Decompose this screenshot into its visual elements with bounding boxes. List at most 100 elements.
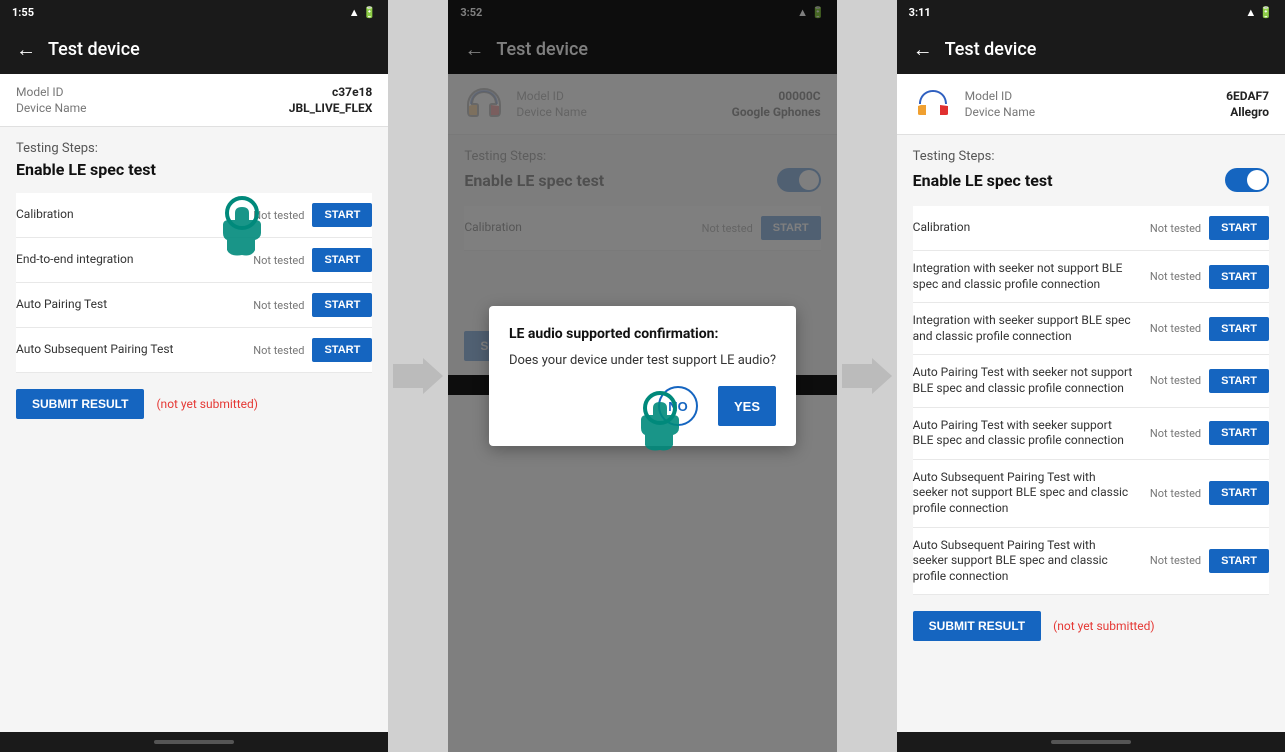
dialog-title-2: LE audio supported confirmation: bbox=[509, 326, 776, 342]
home-bar-1 bbox=[154, 740, 234, 744]
back-button-3[interactable]: ← bbox=[913, 37, 933, 62]
test-row-1-1: End-to-end integration Not tested START bbox=[16, 238, 372, 283]
dialog-2: LE audio supported confirmation: Does yo… bbox=[489, 306, 796, 446]
test-row-1-2: Auto Pairing Test Not tested START bbox=[16, 283, 372, 328]
enable-le-row-3: Enable LE spec test bbox=[913, 168, 1269, 192]
test-row-1-0: Calibration Not tested START bbox=[16, 193, 372, 238]
submit-btn-1[interactable]: SUBMIT RESULT bbox=[16, 389, 144, 419]
test-label-3-0: Calibration bbox=[913, 220, 1133, 236]
screen-3: 3:11 ▲ 🔋 ← Test device Model ID 6EDAF7 bbox=[897, 0, 1285, 752]
content-1: Testing Steps: Enable LE spec test Calib… bbox=[0, 127, 388, 732]
model-id-row-1: Model ID c37e18 bbox=[16, 84, 372, 100]
submit-btn-3[interactable]: SUBMIT RESULT bbox=[913, 611, 1041, 641]
submit-row-3: SUBMIT RESULT (not yet submitted) bbox=[913, 611, 1269, 641]
time-1: 1:55 bbox=[12, 6, 34, 19]
status-bar-1: 1:55 ▲ 🔋 bbox=[0, 0, 388, 24]
start-btn-3-2[interactable]: START bbox=[1209, 317, 1269, 341]
back-button-1[interactable]: ← bbox=[16, 37, 36, 62]
model-id-label-3: Model ID bbox=[965, 89, 1012, 103]
home-bar-3 bbox=[1051, 740, 1131, 744]
test-label-3-3: Auto Pairing Test with seeker not suppor… bbox=[913, 365, 1133, 396]
dialog-yes-btn-2[interactable]: YES bbox=[718, 386, 776, 426]
test-status-1-2: Not tested bbox=[244, 299, 304, 312]
device-info-1: Model ID c37e18 Device Name JBL_LIVE_FLE… bbox=[16, 84, 372, 116]
device-card-3: Model ID 6EDAF7 Device Name Allegro bbox=[897, 74, 1285, 135]
device-name-label-1: Device Name bbox=[16, 101, 87, 115]
time-3: 3:11 bbox=[909, 6, 931, 19]
test-row-3-1: Integration with seeker not support BLE … bbox=[913, 251, 1269, 303]
testing-steps-label-3: Testing Steps: bbox=[913, 149, 1269, 164]
dialog-message-2: Does your device under test support LE a… bbox=[509, 352, 776, 370]
test-row-3-0: Calibration Not tested START bbox=[913, 206, 1269, 251]
start-btn-1-3[interactable]: START bbox=[312, 338, 372, 362]
status-icons-1: ▲ 🔋 bbox=[349, 6, 377, 19]
start-btn-1-1[interactable]: START bbox=[312, 248, 372, 272]
test-row-3-5: Auto Subsequent Pairing Test with seeker… bbox=[913, 460, 1269, 528]
app-bar-1: ← Test device bbox=[0, 24, 388, 74]
test-status-1-0: Not tested bbox=[244, 209, 304, 222]
test-status-3-2: Not tested bbox=[1141, 322, 1201, 335]
testing-steps-label-1: Testing Steps: bbox=[16, 141, 372, 156]
enable-le-title-1: Enable LE spec test bbox=[16, 160, 156, 179]
submit-status-1: (not yet submitted) bbox=[156, 397, 258, 411]
enable-le-row-1: Enable LE spec test bbox=[16, 160, 372, 179]
test-label-1-0: Calibration bbox=[16, 207, 236, 223]
device-name-row-1: Device Name JBL_LIVE_FLEX bbox=[16, 100, 372, 116]
test-row-3-6: Auto Subsequent Pairing Test with seeker… bbox=[913, 528, 1269, 596]
start-btn-1-0[interactable]: START bbox=[312, 203, 372, 227]
battery-icon-1: 🔋 bbox=[363, 6, 377, 19]
toggle-knob-3 bbox=[1247, 170, 1267, 190]
submit-row-1: SUBMIT RESULT (not yet submitted) bbox=[16, 389, 372, 419]
test-label-3-4: Auto Pairing Test with seeker support BL… bbox=[913, 418, 1133, 449]
test-status-3-4: Not tested bbox=[1141, 427, 1201, 440]
test-row-3-3: Auto Pairing Test with seeker not suppor… bbox=[913, 355, 1269, 407]
start-btn-3-5[interactable]: START bbox=[1209, 481, 1269, 505]
device-name-row-3: Device Name Allegro bbox=[965, 104, 1269, 120]
screen-1: 1:55 ▲ 🔋 ← Test device Model ID c37e18 D… bbox=[0, 0, 388, 752]
enable-le-title-3: Enable LE spec test bbox=[913, 171, 1053, 190]
device-info-3: Model ID 6EDAF7 Device Name Allegro bbox=[965, 88, 1269, 120]
arrow-2 bbox=[837, 0, 897, 752]
toggle-3[interactable] bbox=[1225, 168, 1269, 192]
test-status-3-5: Not tested bbox=[1141, 487, 1201, 500]
headphone-icon-3 bbox=[913, 84, 953, 124]
screen-2: 3:52 ▲ 🔋 ← Test device bbox=[448, 0, 836, 752]
app-bar-title-3: Test device bbox=[945, 39, 1037, 60]
status-icons-3: ▲ 🔋 bbox=[1245, 6, 1273, 19]
test-row-3-2: Integration with seeker support BLE spec… bbox=[913, 303, 1269, 355]
dialog-no-btn-2[interactable]: NO bbox=[658, 386, 698, 426]
test-status-3-6: Not tested bbox=[1141, 554, 1201, 567]
test-status-3-1: Not tested bbox=[1141, 270, 1201, 283]
test-label-3-5: Auto Subsequent Pairing Test with seeker… bbox=[913, 470, 1133, 517]
start-btn-1-2[interactable]: START bbox=[312, 293, 372, 317]
start-btn-3-0[interactable]: START bbox=[1209, 216, 1269, 240]
test-label-3-2: Integration with seeker support BLE spec… bbox=[913, 313, 1133, 344]
test-row-3-4: Auto Pairing Test with seeker support BL… bbox=[913, 408, 1269, 460]
home-indicator-1 bbox=[0, 732, 388, 752]
battery-icon-3: 🔋 bbox=[1259, 6, 1273, 19]
test-label-1-1: End-to-end integration bbox=[16, 252, 236, 268]
start-btn-3-1[interactable]: START bbox=[1209, 265, 1269, 289]
test-label-3-1: Integration with seeker not support BLE … bbox=[913, 261, 1133, 292]
app-bar-title-1: Test device bbox=[48, 39, 140, 60]
dialog-overlay-2: LE audio supported confirmation: Does yo… bbox=[448, 0, 836, 752]
test-label-1-2: Auto Pairing Test bbox=[16, 297, 236, 313]
start-btn-3-4[interactable]: START bbox=[1209, 421, 1269, 445]
start-btn-3-6[interactable]: START bbox=[1209, 549, 1269, 573]
test-status-3-3: Not tested bbox=[1141, 374, 1201, 387]
test-row-1-3: Auto Subsequent Pairing Test Not tested … bbox=[16, 328, 372, 373]
device-name-value-1: JBL_LIVE_FLEX bbox=[289, 101, 373, 115]
test-label-3-6: Auto Subsequent Pairing Test with seeker… bbox=[913, 538, 1133, 585]
test-status-1-1: Not tested bbox=[244, 254, 304, 267]
screens-container: 1:55 ▲ 🔋 ← Test device Model ID c37e18 D… bbox=[0, 0, 1285, 752]
model-id-value-3: 6EDAF7 bbox=[1226, 89, 1269, 103]
wifi-icon-3: ▲ bbox=[1245, 6, 1256, 19]
model-id-value-1: c37e18 bbox=[332, 85, 372, 99]
test-status-1-3: Not tested bbox=[244, 344, 304, 357]
device-name-value-3: Allegro bbox=[1230, 105, 1269, 119]
arrow-1 bbox=[388, 0, 448, 752]
content-3: Testing Steps: Enable LE spec test Calib… bbox=[897, 135, 1285, 732]
app-bar-3: ← Test device bbox=[897, 24, 1285, 74]
start-btn-3-3[interactable]: START bbox=[1209, 369, 1269, 393]
status-bar-3: 3:11 ▲ 🔋 bbox=[897, 0, 1285, 24]
